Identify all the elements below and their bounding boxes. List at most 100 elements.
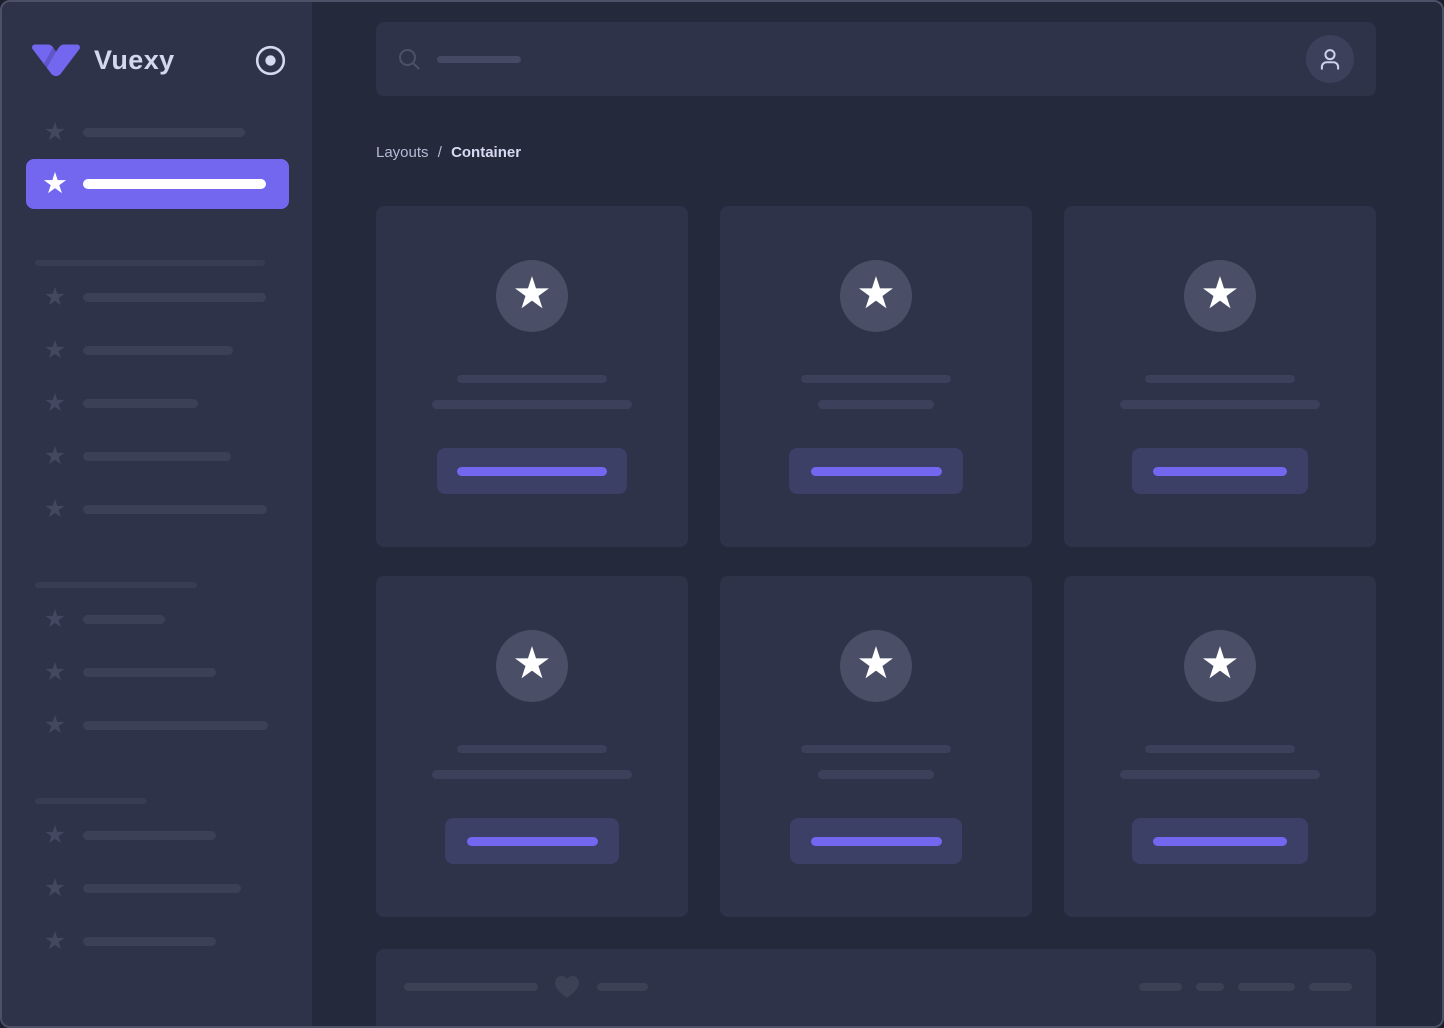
app-window: Vuexy ★ ★ ★ ★ ★ ★ ★ ★ ★ ★ ★ ★ ★ Layouts xyxy=(0,0,1444,1028)
person-icon xyxy=(1320,49,1340,70)
search-bar[interactable] xyxy=(376,22,1376,96)
breadcrumb: Layouts / Container xyxy=(376,144,1376,162)
app-name: Vuexy xyxy=(94,44,175,75)
button-label-skeleton-bar xyxy=(457,466,607,476)
menu-label-skeleton-bar xyxy=(83,830,216,840)
button-label-skeleton-bar xyxy=(810,836,942,846)
sidebar-item[interactable]: ★ xyxy=(26,275,289,319)
sidebar-item-active[interactable]: ★ xyxy=(26,159,289,209)
breadcrumb-separator: / xyxy=(437,144,442,161)
button-label-skeleton-bar xyxy=(466,836,598,846)
sidebar-item[interactable]: ★ xyxy=(26,110,289,154)
sidebar-item[interactable]: ★ xyxy=(26,650,289,694)
card-avatar: ★ xyxy=(1184,630,1256,702)
card-avatar: ★ xyxy=(1184,260,1256,332)
vuexy-v-logo-icon xyxy=(32,44,80,76)
sidebar-item[interactable]: ★ xyxy=(26,487,289,531)
sidebar-section-divider xyxy=(26,260,289,266)
button-label-skeleton-bar xyxy=(1153,836,1287,846)
sidebar-menu: ★ ★ ★ ★ ★ ★ ★ ★ ★ ★ ★ ★ ★ xyxy=(2,78,312,983)
card-button[interactable] xyxy=(445,818,619,864)
star-icon: ★ xyxy=(512,269,552,318)
star-icon: ★ xyxy=(43,604,67,633)
menu-label-skeleton-bar xyxy=(83,345,233,355)
sidebar-section-divider xyxy=(26,798,289,804)
main-area: Layouts / Container ★ ★ ★ ★ ★ ★ xyxy=(312,2,1442,1026)
sidebar-item[interactable]: ★ xyxy=(26,434,289,478)
star-icon: ★ xyxy=(43,441,67,470)
star-icon: ★ xyxy=(43,282,67,311)
footer-right xyxy=(1125,978,1352,996)
star-icon: ★ xyxy=(1200,639,1240,688)
star-icon: ★ xyxy=(43,926,67,955)
star-icon: ★ xyxy=(43,117,67,146)
star-icon: ★ xyxy=(512,639,552,688)
button-label-skeleton-bar xyxy=(810,466,942,476)
search-icon xyxy=(399,49,420,70)
card-text-skeleton-bar xyxy=(432,770,632,779)
star-icon: ★ xyxy=(43,820,67,849)
radio-circle-icon[interactable] xyxy=(255,45,286,76)
card-title-skeleton-bar xyxy=(801,745,951,753)
cards-grid: ★ ★ ★ ★ ★ ★ xyxy=(376,206,1376,917)
section-title-skeleton-bar xyxy=(35,260,265,266)
card-text-skeleton-bar xyxy=(1120,770,1320,779)
footer-skeleton-bar xyxy=(1238,983,1295,991)
card: ★ xyxy=(720,576,1032,917)
star-icon: ★ xyxy=(43,335,67,364)
card-avatar: ★ xyxy=(496,260,568,332)
menu-label-skeleton-bar xyxy=(83,127,245,137)
card-avatar: ★ xyxy=(840,630,912,702)
card-title-skeleton-bar xyxy=(801,375,951,383)
search-placeholder-bar xyxy=(437,55,521,63)
footer-skeleton-bar xyxy=(404,983,538,991)
section-title-skeleton-bar xyxy=(35,582,197,588)
footer-skeleton-bar xyxy=(597,983,648,991)
card-title-skeleton-bar xyxy=(1145,745,1295,753)
sidebar-item[interactable]: ★ xyxy=(26,381,289,425)
card-button[interactable] xyxy=(790,818,962,864)
card: ★ xyxy=(376,576,688,917)
heart-icon xyxy=(555,976,579,998)
menu-label-skeleton-bar xyxy=(83,398,198,408)
card-button[interactable] xyxy=(789,448,963,494)
card: ★ xyxy=(720,206,1032,547)
card-title-skeleton-bar xyxy=(457,745,607,753)
card-avatar: ★ xyxy=(840,260,912,332)
menu-label-skeleton-bar xyxy=(83,936,216,946)
menu-label-skeleton-bar xyxy=(83,883,241,893)
avatar[interactable] xyxy=(1306,35,1354,83)
card-title-skeleton-bar xyxy=(457,375,607,383)
card-text-skeleton-bar xyxy=(818,770,934,779)
card-button[interactable] xyxy=(1132,818,1308,864)
star-icon: ★ xyxy=(43,657,67,686)
card: ★ xyxy=(1064,576,1376,917)
section-title-skeleton-bar xyxy=(35,798,147,804)
card-text-skeleton-bar xyxy=(432,400,632,409)
sidebar-item[interactable]: ★ xyxy=(26,328,289,372)
menu-label-skeleton-bar xyxy=(83,720,268,730)
sidebar-item[interactable]: ★ xyxy=(26,597,289,641)
card-avatar: ★ xyxy=(496,630,568,702)
breadcrumb-current: Container xyxy=(451,144,522,161)
sidebar-item[interactable]: ★ xyxy=(26,919,289,963)
star-icon: ★ xyxy=(43,710,67,739)
menu-label-skeleton-bar xyxy=(83,504,267,514)
breadcrumb-parent[interactable]: Layouts xyxy=(376,144,429,161)
sidebar-item[interactable]: ★ xyxy=(26,703,289,747)
menu-label-skeleton-bar xyxy=(83,292,266,302)
menu-label-skeleton-bar xyxy=(83,614,165,624)
footer-skeleton-bar xyxy=(1309,983,1352,991)
footer-skeleton-bar xyxy=(1196,983,1224,991)
card-button[interactable] xyxy=(1132,448,1308,494)
card-button[interactable] xyxy=(437,448,627,494)
sidebar-item[interactable]: ★ xyxy=(26,866,289,910)
star-icon: ★ xyxy=(43,494,67,523)
menu-label-skeleton-bar xyxy=(83,179,266,189)
card-title-skeleton-bar xyxy=(1145,375,1295,383)
sidebar: Vuexy ★ ★ ★ ★ ★ ★ ★ ★ ★ ★ ★ ★ ★ xyxy=(2,2,312,1026)
footer-left xyxy=(404,976,648,998)
star-icon: ★ xyxy=(42,167,68,200)
sidebar-item[interactable]: ★ xyxy=(26,813,289,857)
button-label-skeleton-bar xyxy=(1153,466,1287,476)
